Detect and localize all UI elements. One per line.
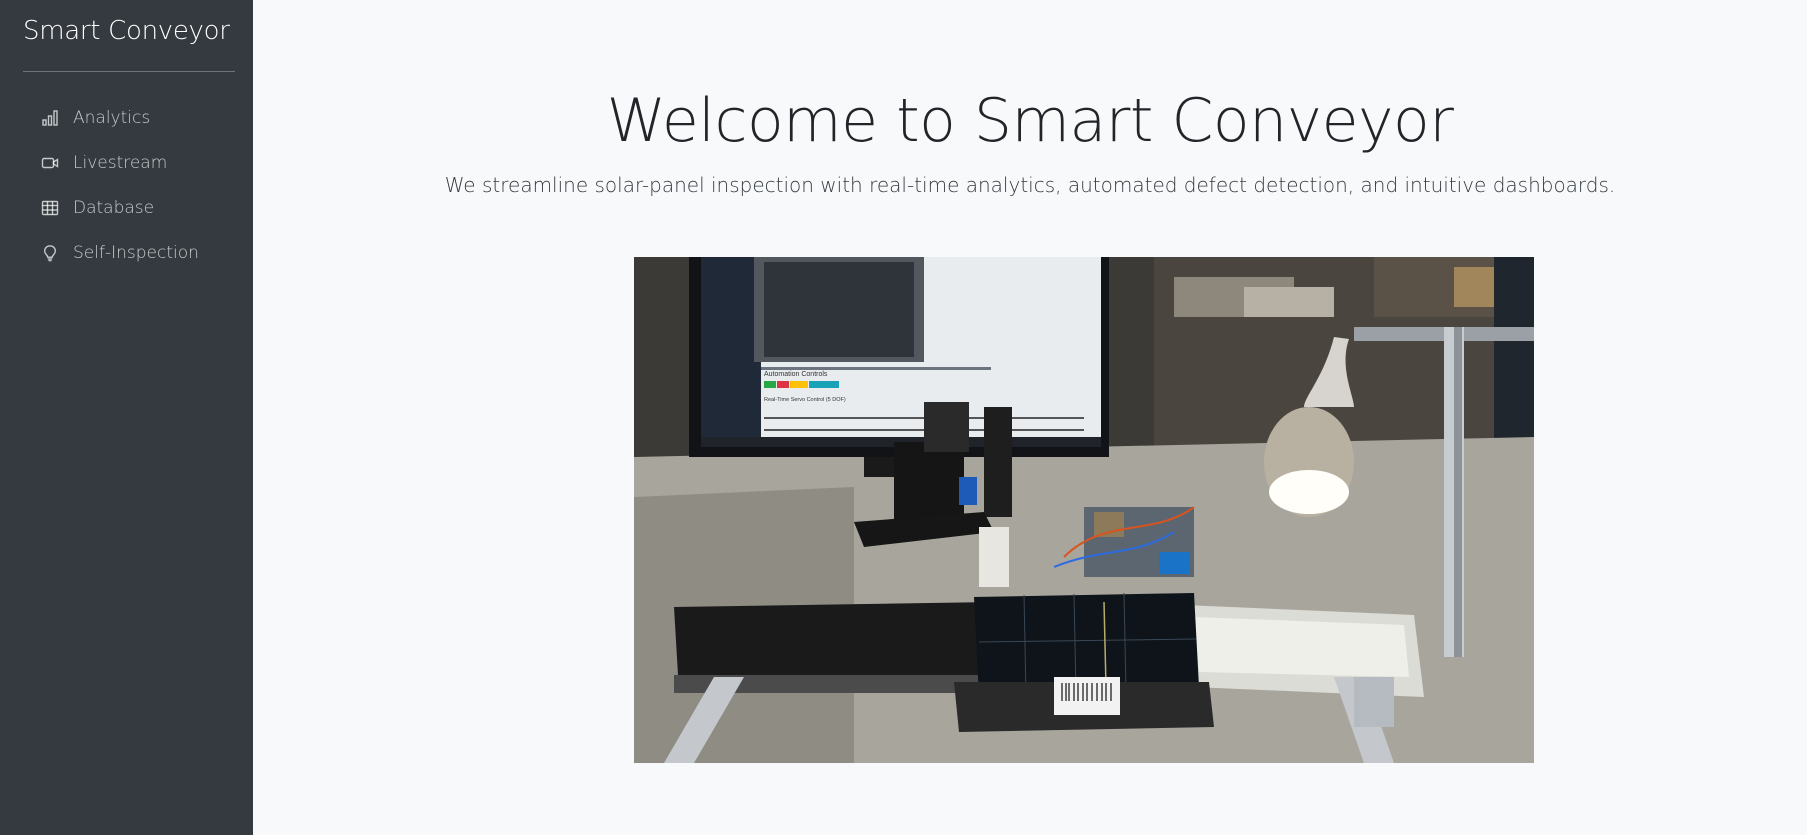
sidebar-item-label: Self-Inspection	[73, 242, 199, 263]
sidebar: Smart Conveyor Analytics Livestream Data…	[0, 0, 253, 835]
main-content: Welcome to Smart Conveyor We streamline …	[253, 0, 1807, 835]
lightbulb-icon	[40, 243, 60, 263]
video-frame: Automation Controls Real-Time Servo Cont…	[634, 257, 1534, 763]
sidebar-item-analytics[interactable]: Analytics	[0, 95, 253, 140]
screen-heading: Automation Controls	[764, 371, 828, 378]
table-icon	[40, 198, 60, 218]
page-title: Welcome to Smart Conveyor	[606, 86, 1454, 156]
sidebar-divider	[23, 71, 235, 72]
sidebar-item-database[interactable]: Database	[0, 185, 253, 230]
page-subtitle: We streamline solar-panel inspection wit…	[444, 173, 1616, 197]
video-camera-icon	[40, 153, 60, 173]
bar-chart-icon	[40, 108, 60, 128]
brand-title[interactable]: Smart Conveyor	[23, 16, 230, 46]
sidebar-item-livestream[interactable]: Livestream	[0, 140, 253, 185]
demo-video[interactable]: Automation Controls Real-Time Servo Cont…	[634, 257, 1534, 763]
sidebar-item-label: Livestream	[73, 152, 168, 173]
sidebar-item-label: Analytics	[73, 107, 151, 128]
sidebar-nav: Analytics Livestream Database Self-Inspe…	[0, 95, 253, 275]
sidebar-item-label: Database	[73, 197, 155, 218]
sidebar-item-self-inspection[interactable]: Self-Inspection	[0, 230, 253, 275]
screen-subheading: Real-Time Servo Control (5 DOF)	[764, 397, 846, 403]
